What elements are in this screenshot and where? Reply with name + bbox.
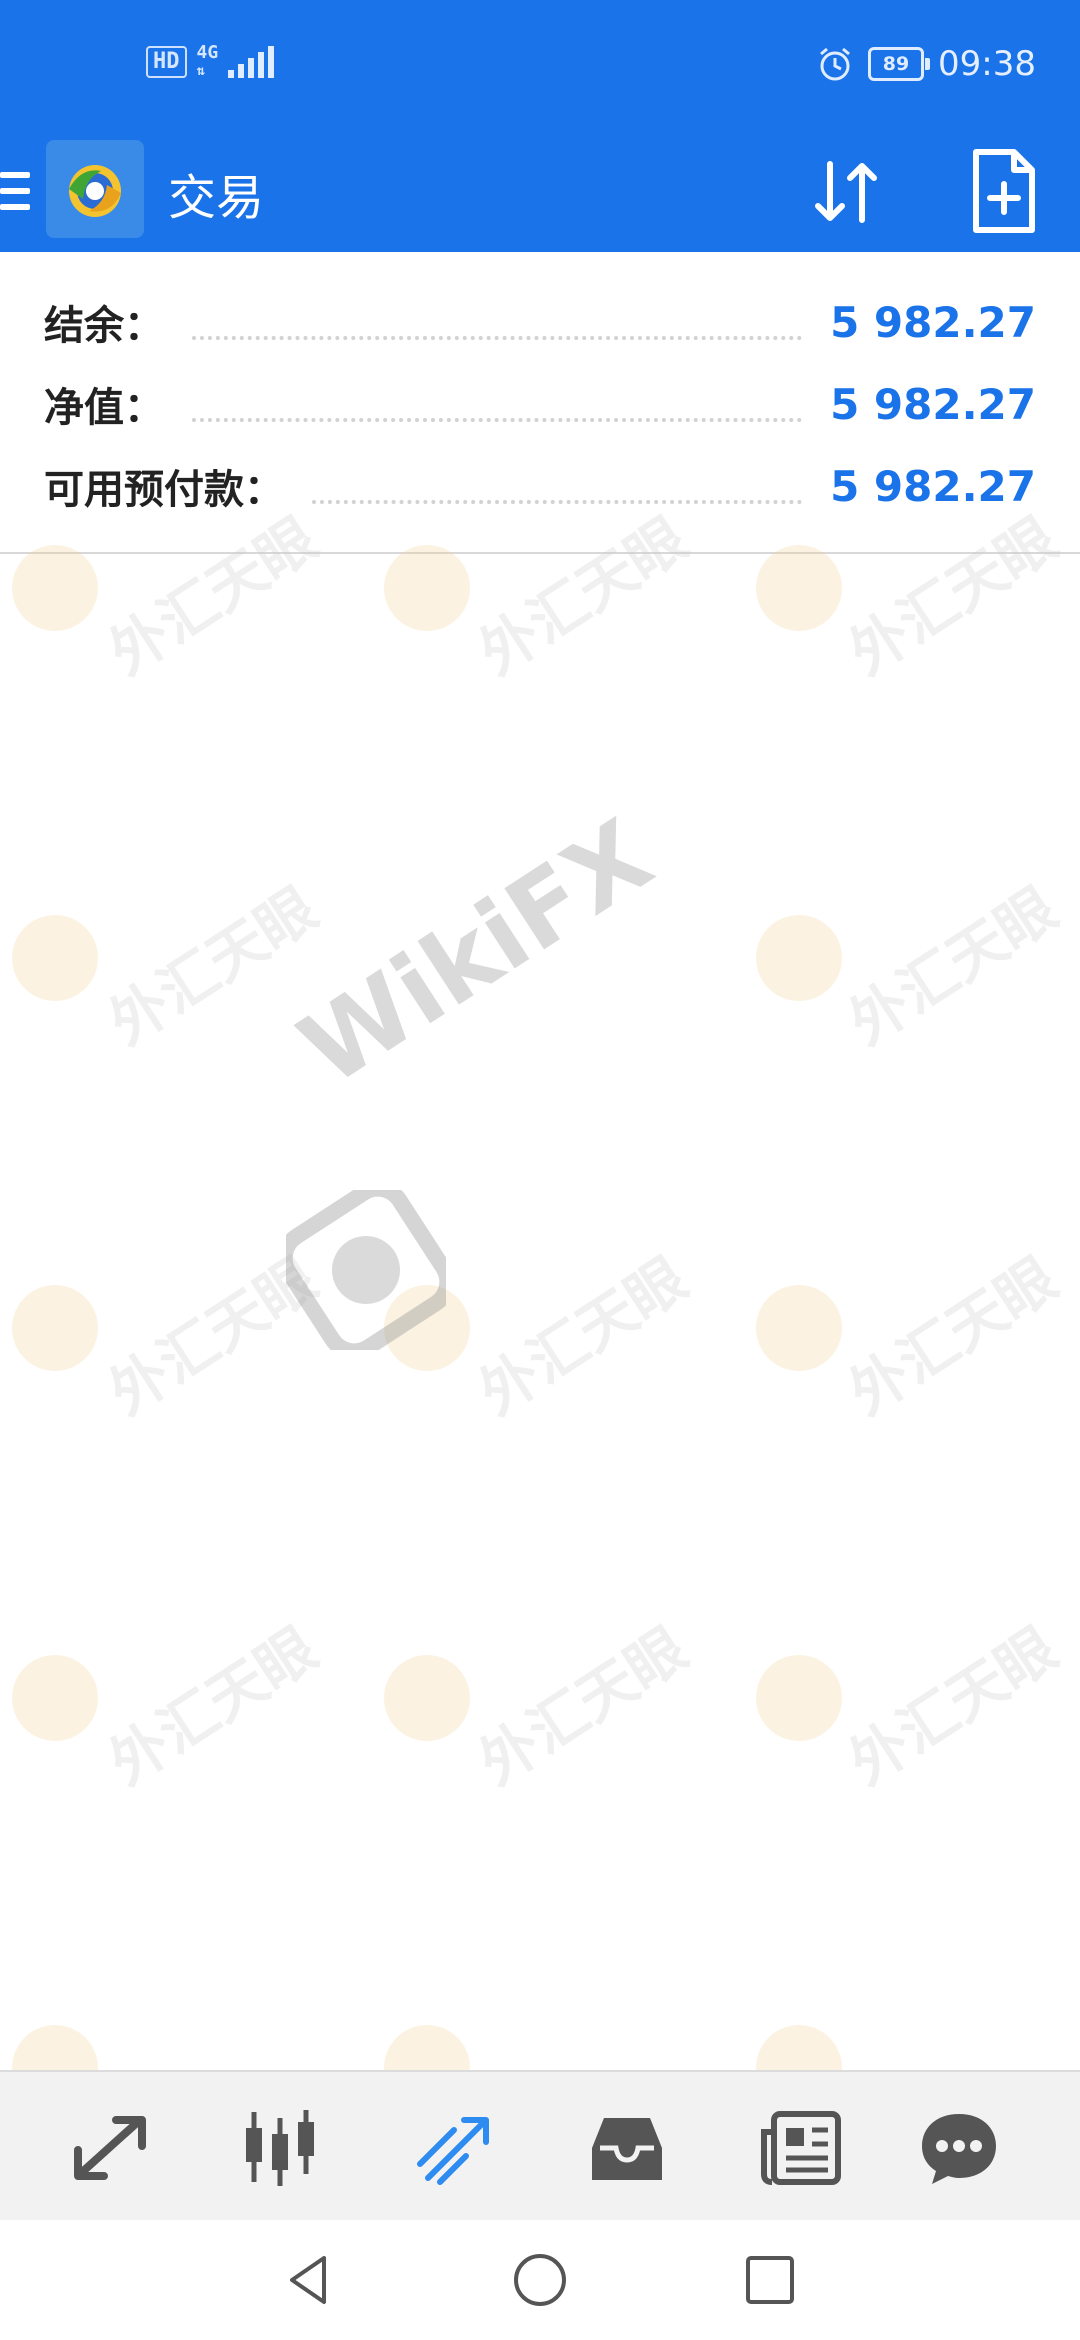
status-bar: HD 4G ⇅ 89 09:38: [0, 0, 1080, 132]
battery-level: 89: [882, 53, 910, 75]
page-title: 交易: [168, 170, 265, 226]
equity-label: 净值：: [44, 385, 164, 431]
bottom-nav: [0, 2070, 1080, 2222]
balance-row: 结余： 5 982.27: [44, 282, 1036, 362]
system-nav: [0, 2220, 1080, 2340]
recents-icon[interactable]: [740, 2250, 800, 2310]
alarm-icon: [820, 47, 850, 81]
metatrader-logo-graphic: [69, 165, 121, 217]
dotted-leader: [192, 336, 803, 340]
hd-badge: HD: [146, 46, 187, 78]
nav-messages[interactable]: [914, 2108, 1004, 2188]
news-icon: [761, 2111, 841, 2185]
clock: 09:38: [938, 44, 1036, 84]
app-bar: 交易: [0, 132, 1080, 252]
quotes-arrows-icon: [74, 2116, 146, 2180]
history-inbox-icon: [592, 2118, 662, 2180]
network-label: 4G: [196, 42, 219, 63]
watermark-logo: [756, 915, 842, 1001]
metatrader-logo: [46, 140, 144, 238]
watermark-text: 外汇天眼: [97, 874, 329, 1058]
free-margin-row: 可用预付款： 5 982.27: [44, 446, 1036, 526]
battery-icon: 89: [868, 47, 931, 81]
messages-icon: [922, 2114, 996, 2184]
watermark-logo: [384, 1655, 470, 1741]
watermark-text: 外汇天眼: [837, 1614, 1069, 1798]
watermark-text: 外汇天眼: [837, 1244, 1069, 1428]
nav-trade[interactable]: [410, 2108, 500, 2188]
dotted-leader: [192, 418, 803, 422]
watermark-text: 外汇天眼: [97, 1614, 329, 1798]
watermark-logo: [12, 545, 98, 631]
watermark-logo: [756, 1655, 842, 1741]
wikifx-logo-icon: [286, 1190, 446, 1350]
new-order-icon[interactable]: [968, 146, 1038, 236]
watermark-logo: [756, 545, 842, 631]
watermark-logo: [384, 1285, 470, 1371]
network-badge: 4G ⇅: [197, 44, 219, 80]
signal-icon: [228, 46, 275, 78]
equity-row: 净值： 5 982.27: [44, 364, 1036, 444]
nav-chart[interactable]: [236, 2108, 326, 2188]
back-icon[interactable]: [280, 2250, 340, 2310]
home-icon[interactable]: [510, 2250, 570, 2310]
balance-value: 5 982.27: [830, 297, 1036, 347]
data-arrows-icon: ⇅: [196, 63, 205, 79]
account-summary: 结余： 5 982.27 净值： 5 982.27 可用预付款： 5 982.2…: [0, 252, 1080, 554]
nav-quotes[interactable]: [66, 2108, 156, 2188]
nav-news[interactable]: [756, 2108, 846, 2188]
dotted-leader: [312, 500, 803, 504]
sort-icon[interactable]: [806, 152, 886, 232]
status-left-group: HD 4G ⇅: [146, 44, 275, 80]
menu-icon[interactable]: [0, 162, 32, 222]
wikifx-watermark: WikiFX: [280, 797, 672, 1109]
watermark-text: 外汇天眼: [97, 1244, 329, 1428]
watermark-logo: [384, 545, 470, 631]
watermark-logo: [756, 1285, 842, 1371]
free-margin-value: 5 982.27: [830, 461, 1036, 511]
free-margin-label: 可用预付款：: [44, 467, 284, 513]
watermark-logo: [12, 1655, 98, 1741]
status-right-group: 89 09:38: [816, 44, 1036, 84]
nav-history[interactable]: [582, 2108, 672, 2188]
balance-label: 结余：: [44, 303, 164, 349]
trade-icon: [417, 2117, 489, 2185]
watermark-text: 外汇天眼: [837, 874, 1069, 1058]
watermark-text: 外汇天眼: [467, 1244, 699, 1428]
watermark-text: 外汇天眼: [467, 1614, 699, 1798]
watermark-logo: [12, 915, 98, 1001]
watermark-logo: [12, 1285, 98, 1371]
equity-value: 5 982.27: [830, 379, 1036, 429]
chart-candles-icon: [246, 2110, 314, 2186]
